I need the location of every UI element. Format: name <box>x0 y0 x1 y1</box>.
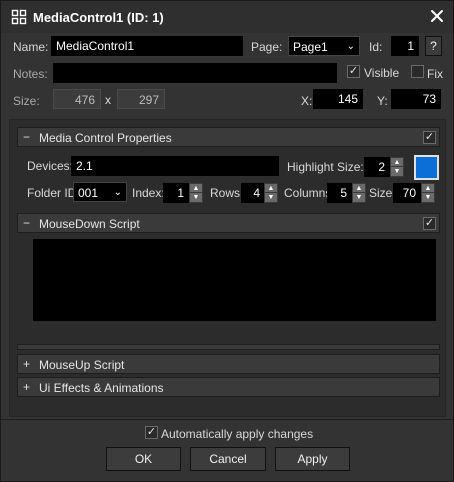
help-button[interactable]: ? <box>425 36 442 56</box>
y-input[interactable]: 73 <box>391 89 441 109</box>
media-size-input[interactable]: 70 <box>393 183 421 203</box>
size-height-input[interactable]: 297 <box>117 89 165 109</box>
visible-label: Visible <box>364 66 400 80</box>
rows-stepper[interactable]: ▲ ▼ <box>264 183 278 203</box>
fix-label: Fix <box>427 67 443 81</box>
folder-id-select[interactable]: 001 ⌄ <box>73 182 127 202</box>
page-select-value: Page1 <box>293 40 328 54</box>
notes-label: Notes: <box>13 67 48 81</box>
folder-id-label: Folder ID: <box>27 186 80 200</box>
grid-icon <box>11 9 27 25</box>
apply-button[interactable]: Apply <box>275 447 350 471</box>
index-label: Index: <box>132 186 165 200</box>
title-bar[interactable]: MediaControl1 (ID: 1) <box>1 1 453 33</box>
media-control-section-title: Media Control Properties <box>39 131 172 145</box>
mouseup-section-title: MouseUp Script <box>39 358 125 372</box>
visible-checkbox[interactable]: ✓ <box>347 65 360 78</box>
size-separator: x <box>105 93 111 107</box>
window-title: MediaControl1 (ID: 1) <box>33 10 164 25</box>
folder-id-value: 001 <box>78 186 99 200</box>
highlight-color-swatch[interactable] <box>414 155 439 180</box>
auto-apply-checkbox[interactable]: ✓ <box>145 426 158 439</box>
expand-icon: + <box>23 380 31 394</box>
effects-section-header[interactable]: + Ui Effects & Animations <box>17 377 440 397</box>
size-label-media: Size: <box>369 186 396 200</box>
devices-label: Devices: <box>27 159 74 173</box>
id-input[interactable]: 1 <box>391 36 419 56</box>
highlight-size-input[interactable]: 2 <box>364 157 390 177</box>
rows-label: Rows: <box>210 186 244 200</box>
mousedown-enable-checkbox[interactable]: ✓ <box>423 217 436 230</box>
size-width-input[interactable]: 476 <box>53 89 101 109</box>
expand-icon: + <box>23 357 31 371</box>
x-label: X: <box>301 94 313 108</box>
media-size-stepper[interactable]: ▲ ▼ <box>421 183 435 203</box>
notes-input[interactable] <box>53 63 337 83</box>
mouseup-section-header[interactable]: + MouseUp Script <box>17 354 440 374</box>
properties-dialog: MediaControl1 (ID: 1) Name: MediaControl… <box>0 0 454 482</box>
media-control-section-header[interactable]: − Media Control Properties ✓ <box>17 127 440 147</box>
mousedown-section-header[interactable]: − MouseDown Script ✓ <box>17 213 440 233</box>
ok-button[interactable]: OK <box>106 447 181 471</box>
chevron-down-icon: ⌄ <box>346 41 355 52</box>
name-input[interactable]: MediaControl1 <box>51 36 243 56</box>
auto-apply-label: Automatically apply changes <box>161 427 314 441</box>
mousedown-script-editor[interactable] <box>33 239 436 321</box>
rows-input[interactable]: 4 <box>241 183 265 203</box>
chevron-down-icon: ⌄ <box>113 187 122 198</box>
collapse-icon: − <box>23 216 31 230</box>
media-control-enable-checkbox[interactable]: ✓ <box>423 131 436 144</box>
size-label: Size: <box>13 94 40 108</box>
page-label: Page: <box>251 40 283 54</box>
index-input[interactable]: 1 <box>163 183 189 203</box>
index-stepper[interactable]: ▲ ▼ <box>189 183 203 203</box>
close-icon[interactable] <box>429 8 445 24</box>
mousedown-section-title: MouseDown Script <box>39 217 140 231</box>
highlight-size-stepper[interactable]: ▲ ▼ <box>390 157 404 177</box>
highlight-size-label: Highlight Size: <box>287 160 364 174</box>
y-label: Y: <box>377 94 388 108</box>
collapse-icon: − <box>23 130 31 144</box>
x-input[interactable]: 145 <box>313 89 363 109</box>
id-label: Id: <box>369 40 383 54</box>
name-label: Name: <box>13 40 49 54</box>
footer-divider <box>1 419 453 420</box>
columns-stepper[interactable]: ▲ ▼ <box>352 183 366 203</box>
devices-input[interactable]: 2.1 <box>71 156 279 176</box>
cancel-button[interactable]: Cancel <box>190 447 266 471</box>
section-splitter[interactable] <box>17 344 440 350</box>
page-select[interactable]: Page1 ⌄ <box>288 36 360 56</box>
effects-section-title: Ui Effects & Animations <box>39 381 164 395</box>
fix-checkbox[interactable] <box>411 65 424 78</box>
columns-input[interactable]: 5 <box>327 183 352 203</box>
